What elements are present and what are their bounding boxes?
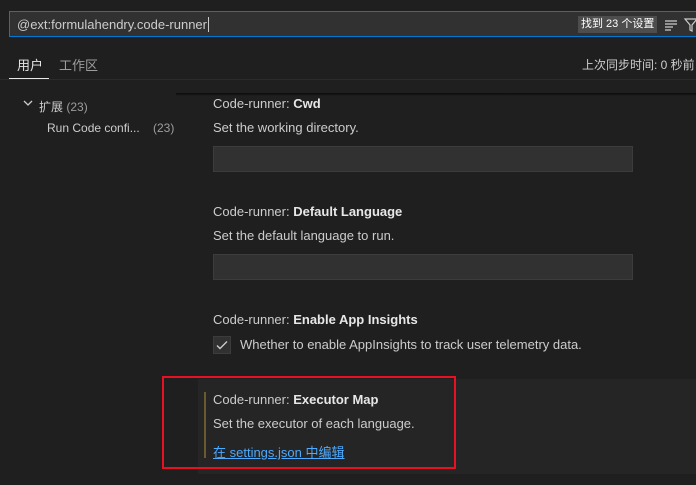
checkbox-row: Whether to enable AppInsights to track u… [213, 336, 673, 356]
toc-group-extensions[interactable]: 扩展 (23) [39, 98, 88, 115]
chevron-down-icon[interactable] [22, 97, 34, 109]
setting-title: Code-runner: Cwd [213, 96, 321, 111]
sync-status: 上次同步时间: 0 秒前 [582, 58, 695, 72]
check-icon [216, 341, 228, 350]
tab-user[interactable]: 用户 [17, 55, 43, 74]
setting-default-language: Code-runner: Default Language Set the de… [213, 204, 673, 280]
search-input[interactable]: @ext:formulahendry.code-runner [17, 17, 209, 32]
toc-item-run-code-config[interactable]: Run Code confi... (23) [47, 121, 174, 135]
toc-group-count: (23) [66, 100, 88, 114]
filter-lines-icon[interactable] [663, 17, 679, 33]
active-tab-indicator [9, 78, 49, 79]
scope-tabs: 用户 工作区 上次同步时间: 0 秒前 [0, 44, 696, 80]
toc-item-count: (23) [153, 121, 175, 135]
app-insights-checkbox[interactable] [213, 336, 231, 354]
setting-cwd: Code-runner: Cwd Set the working directo… [213, 96, 673, 172]
setting-enable-app-insights: Code-runner: Enable App Insights Whether… [213, 312, 673, 356]
setting-title: Code-runner: Enable App Insights [213, 312, 418, 327]
setting-title: Code-runner: Default Language [213, 204, 403, 219]
funnel-icon[interactable] [683, 17, 696, 33]
toc-group-label: 扩展 [39, 100, 64, 114]
settings-search-bar[interactable]: @ext:formulahendry.code-runner 找到 23 个设置 [9, 11, 696, 37]
results-count-badge: 找到 23 个设置 [578, 16, 658, 33]
toc-item-label: Run Code confi... [47, 121, 140, 135]
highlight-annotation [162, 376, 456, 469]
cwd-input[interactable] [213, 146, 633, 172]
setting-description: Set the default language to run. [213, 228, 395, 243]
tab-workspace[interactable]: 工作区 [59, 55, 98, 74]
setting-description: Set the working directory. [213, 120, 359, 135]
checkbox-label: Whether to enable AppInsights to track u… [240, 337, 582, 352]
default-language-input[interactable] [213, 254, 633, 280]
